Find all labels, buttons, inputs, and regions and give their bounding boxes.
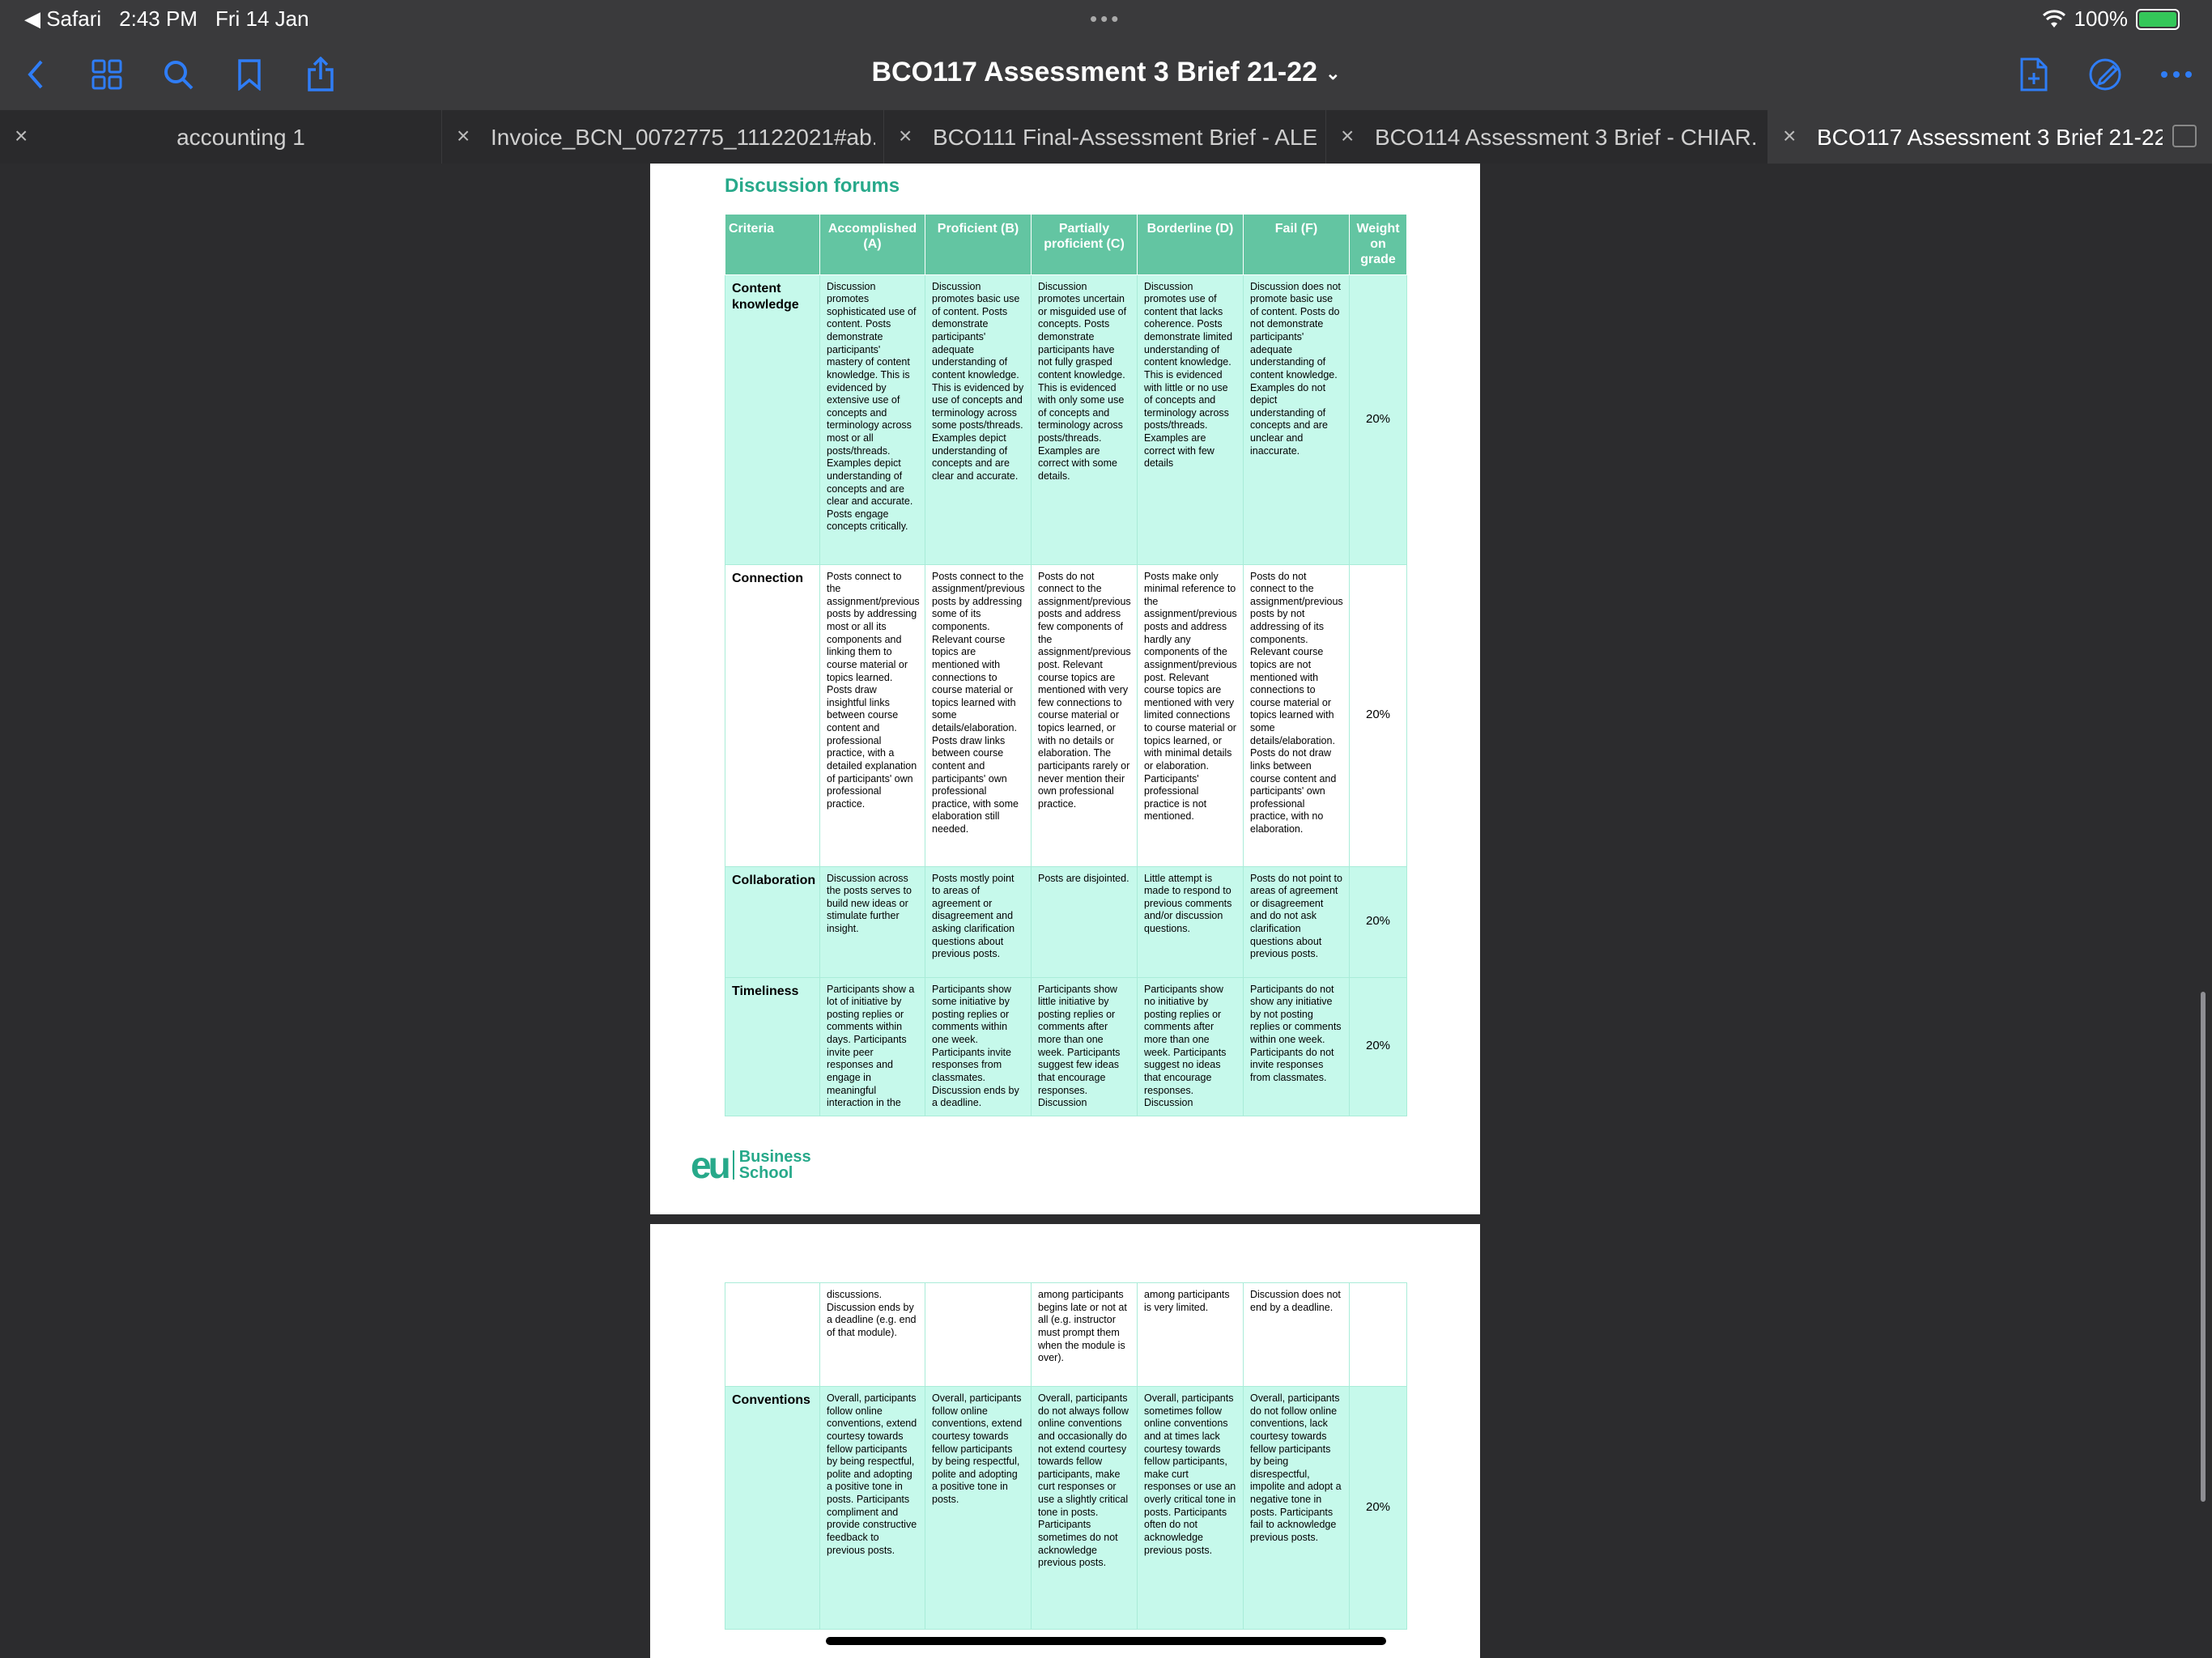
table-cell: Discussion promotes basic use of content…: [925, 274, 1032, 565]
header-cell: Partially proficient (C): [1031, 214, 1138, 275]
weight-cell: 20%: [1349, 865, 1407, 978]
header-cell: Borderline (D): [1137, 214, 1244, 275]
table-cell: Discussion does not promote basic use of…: [1243, 274, 1350, 565]
table-cell: Participants show little initiative by p…: [1031, 976, 1138, 1116]
table-cell: Overall, participants follow online conv…: [925, 1386, 1032, 1630]
table-cell: Posts connect to the assignment/previous…: [819, 563, 925, 867]
table-cell: Discussion promotes use of content that …: [1137, 274, 1244, 565]
table-cell: Posts do not point to areas of agreement…: [1243, 865, 1350, 978]
scrollbar[interactable]: [2201, 992, 2206, 1502]
header-cell: Fail (F): [1243, 214, 1350, 275]
close-icon[interactable]: ×: [1783, 123, 1796, 149]
eu-business-school-logo: eu Business School: [691, 1144, 811, 1186]
close-icon[interactable]: ×: [15, 123, 28, 149]
table-row: Connection Posts connect to the assignme…: [725, 563, 1407, 867]
battery-icon: [2136, 8, 2180, 30]
table-header-row: Criteria Accomplished (A) Proficient (B)…: [725, 214, 1407, 275]
table-cell: Overall, participants sometimes follow o…: [1137, 1386, 1244, 1630]
header-cell: Proficient (B): [925, 214, 1032, 275]
rubric-table: Criteria Accomplished (A) Proficient (B)…: [725, 214, 1407, 1116]
table-row: discussions. Discussion ends by a deadli…: [725, 1282, 1407, 1387]
table-cell: Discussion promotes uncertain or misguid…: [1031, 274, 1138, 565]
table-cell: discussions. Discussion ends by a deadli…: [819, 1282, 925, 1387]
battery-percent: 100%: [2074, 6, 2129, 31]
add-page-icon[interactable]: [2013, 53, 2055, 96]
table-cell: Overall, participants do not always foll…: [1031, 1386, 1138, 1630]
criteria-cell: Connection: [725, 563, 820, 867]
table-cell: Participants show some initiative by pos…: [925, 976, 1032, 1116]
document-page-1: Discussion forums Criteria Accomplished …: [650, 164, 1480, 1214]
table-row: Content knowledge Discussion promotes so…: [725, 274, 1407, 565]
document-title[interactable]: BCO117 Assessment 3 Brief 21-22 ⌄: [0, 57, 2212, 88]
table-cell: Posts are disjointed.: [1031, 865, 1138, 978]
criteria-cell: Timeliness: [725, 976, 820, 1116]
table-cell: Posts connect to the assignment/previous…: [925, 563, 1032, 867]
wifi-icon: [2042, 9, 2065, 28]
weight-cell: 20%: [1349, 1386, 1407, 1630]
table-cell: Posts do not connect to the assignment/p…: [1243, 563, 1350, 867]
table-row: Conventions Overall, participants follow…: [725, 1386, 1407, 1630]
sidebar-toggle-icon[interactable]: [2172, 125, 2197, 147]
table-cell: Discussion does not end by a deadline.: [1243, 1282, 1350, 1387]
table-cell: among participants begins late or not at…: [1031, 1282, 1138, 1387]
criteria-cell: Collaboration: [725, 865, 820, 978]
table-cell: Posts make only minimal reference to the…: [1137, 563, 1244, 867]
back-to-app-link[interactable]: ◀ Safari: [24, 6, 101, 32]
home-indicator[interactable]: [826, 1637, 1386, 1645]
status-time: 2:43 PM: [119, 6, 198, 31]
close-icon[interactable]: ×: [1341, 123, 1354, 149]
table-cell: Little attempt is made to respond to pre…: [1137, 865, 1244, 978]
table-cell: among participants is very limited.: [1137, 1282, 1244, 1387]
table-row: Timeliness Participants show a lot of in…: [725, 976, 1407, 1116]
header-cell: Criteria: [725, 214, 820, 275]
markup-icon[interactable]: [2084, 53, 2126, 96]
status-bar: ◀ Safari 2:43 PM Fri 14 Jan ••• 100%: [0, 0, 2212, 39]
header-cell: Accomplished (A): [819, 214, 925, 275]
weight-cell: 20%: [1349, 274, 1407, 565]
tab-invoice[interactable]: × Invoice_BCN_0072775_11122021#ab...: [442, 110, 884, 164]
tab-bco114[interactable]: × BCO114 Assessment 3 Brief - CHIAR...: [1326, 110, 1768, 164]
tab-bar: × accounting 1 × Invoice_BCN_0072775_111…: [0, 110, 2212, 164]
table-cell: Overall, participants do not follow onli…: [1243, 1386, 1350, 1630]
chevron-down-icon: ⌄: [1325, 63, 1341, 84]
table-cell: [925, 1282, 1032, 1387]
toolbar: BCO117 Assessment 3 Brief 21-22 ⌄: [0, 39, 2212, 110]
criteria-cell: Content knowledge: [725, 274, 820, 565]
table-cell: Discussion across the posts serves to bu…: [819, 865, 925, 978]
table-row: Collaboration Discussion across the post…: [725, 865, 1407, 978]
document-page-2: discussions. Discussion ends by a deadli…: [650, 1224, 1480, 1658]
table-cell: Overall, participants follow online conv…: [819, 1386, 925, 1630]
tab-bco111[interactable]: × BCO111 Final-Assessment Brief - ALE...: [884, 110, 1326, 164]
table-cell: Participants show no initiative by posti…: [1137, 976, 1244, 1116]
weight-cell: [1349, 1282, 1407, 1387]
table-cell: Posts do not connect to the assignment/p…: [1031, 563, 1138, 867]
table-cell: Posts mostly point to areas of agreement…: [925, 865, 1032, 978]
status-date: Fri 14 Jan: [215, 6, 309, 31]
tab-bco117[interactable]: × BCO117 Assessment 3 Brief 21-22: [1768, 110, 2212, 164]
section-title: Discussion forums: [725, 175, 900, 197]
criteria-cell: [725, 1282, 820, 1387]
table-cell: Discussion promotes sophisticated use of…: [819, 274, 925, 565]
close-icon[interactable]: ×: [457, 123, 470, 149]
weight-cell: 20%: [1349, 563, 1407, 867]
table-cell: Participants do not show any initiative …: [1243, 976, 1350, 1116]
multitasking-dots-icon[interactable]: •••: [1090, 6, 1121, 32]
header-cell: Weight on grade: [1349, 214, 1407, 275]
criteria-cell: Conventions: [725, 1386, 820, 1630]
more-icon[interactable]: [2155, 53, 2197, 96]
rubric-table-continued: discussions. Discussion ends by a deadli…: [725, 1282, 1407, 1630]
weight-cell: 20%: [1349, 976, 1407, 1116]
close-icon[interactable]: ×: [899, 123, 912, 149]
table-cell: Participants show a lot of initiative by…: [819, 976, 925, 1116]
tab-accounting-1[interactable]: × accounting 1: [0, 110, 442, 164]
